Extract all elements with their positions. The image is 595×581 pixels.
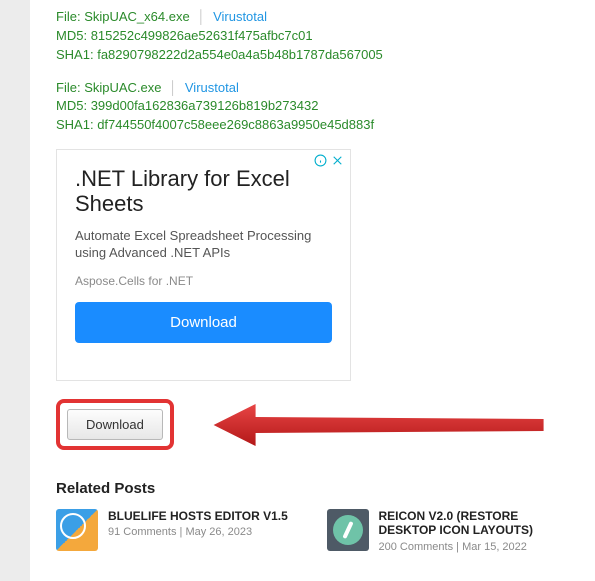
ad-download-button[interactable]: Download bbox=[75, 302, 332, 343]
ad-title: .NET Library for Excel Sheets bbox=[75, 166, 332, 217]
sha1-value: df744550f4007c58eee269c8863a9950e45d883f bbox=[97, 117, 374, 132]
download-highlight-box: Download bbox=[56, 399, 174, 450]
related-posts-section: Related Posts BLUELIFE HOSTS EDITOR V1.5… bbox=[56, 480, 575, 553]
post-meta: 91 Comments | May 26, 2023 bbox=[108, 526, 288, 538]
post-title: BLUELIFE HOSTS EDITOR V1.5 bbox=[108, 509, 288, 523]
ad-description: Automate Excel Spreadsheet Processing us… bbox=[75, 227, 332, 262]
file-info-block-2: File: SkipUAC.exe │ Virustotal MD5: 399d… bbox=[56, 79, 575, 136]
post-comments: 91 Comments bbox=[108, 526, 176, 538]
file-name: SkipUAC.exe bbox=[84, 80, 161, 95]
related-heading: Related Posts bbox=[56, 480, 575, 497]
file-info-block-1: File: SkipUAC_x64.exe │ Virustotal MD5: … bbox=[56, 8, 575, 65]
ad-brand: Aspose.Cells for .NET bbox=[75, 274, 332, 288]
post-date: May 26, 2023 bbox=[185, 526, 252, 538]
md5-label: MD5: bbox=[56, 28, 87, 43]
separator: │ bbox=[165, 80, 181, 95]
file-name: SkipUAC_x64.exe bbox=[84, 9, 190, 24]
post-meta: 200 Comments | Mar 15, 2022 bbox=[379, 541, 576, 553]
virustotal-link[interactable]: Virustotal bbox=[213, 9, 267, 24]
md5-value: 399d00fa162836a739126b819b273432 bbox=[91, 98, 319, 113]
sha1-label: SHA1: bbox=[56, 117, 94, 132]
download-row: Download bbox=[56, 399, 575, 450]
ad-container: .NET Library for Excel Sheets Automate E… bbox=[56, 149, 351, 381]
md5-value: 815252c499826ae52631f475afbc7c01 bbox=[91, 28, 313, 43]
info-icon bbox=[314, 154, 327, 167]
post-date: Mar 15, 2022 bbox=[462, 541, 527, 553]
download-button[interactable]: Download bbox=[67, 409, 163, 440]
post-thumbnail-icon bbox=[327, 509, 369, 551]
arrow-annotation-icon bbox=[192, 402, 575, 448]
ad-info-icons[interactable] bbox=[314, 154, 344, 167]
post-title: REICON V2.0 (RESTORE DESKTOP ICON LAYOUT… bbox=[379, 509, 576, 538]
post-thumbnail-icon bbox=[56, 509, 98, 551]
file-label: File: bbox=[56, 9, 81, 24]
sha1-label: SHA1: bbox=[56, 47, 94, 62]
virustotal-link[interactable]: Virustotal bbox=[185, 80, 239, 95]
separator: │ bbox=[193, 9, 209, 24]
post-comments: 200 Comments bbox=[379, 541, 454, 553]
close-icon[interactable] bbox=[331, 154, 344, 167]
related-post[interactable]: BLUELIFE HOSTS EDITOR V1.5 91 Comments |… bbox=[56, 509, 305, 553]
file-label: File: bbox=[56, 80, 81, 95]
related-post[interactable]: REICON V2.0 (RESTORE DESKTOP ICON LAYOUT… bbox=[327, 509, 576, 553]
sha1-value: fa8290798222d2a554e0a4a5b48b1787da567005 bbox=[97, 47, 383, 62]
md5-label: MD5: bbox=[56, 98, 87, 113]
